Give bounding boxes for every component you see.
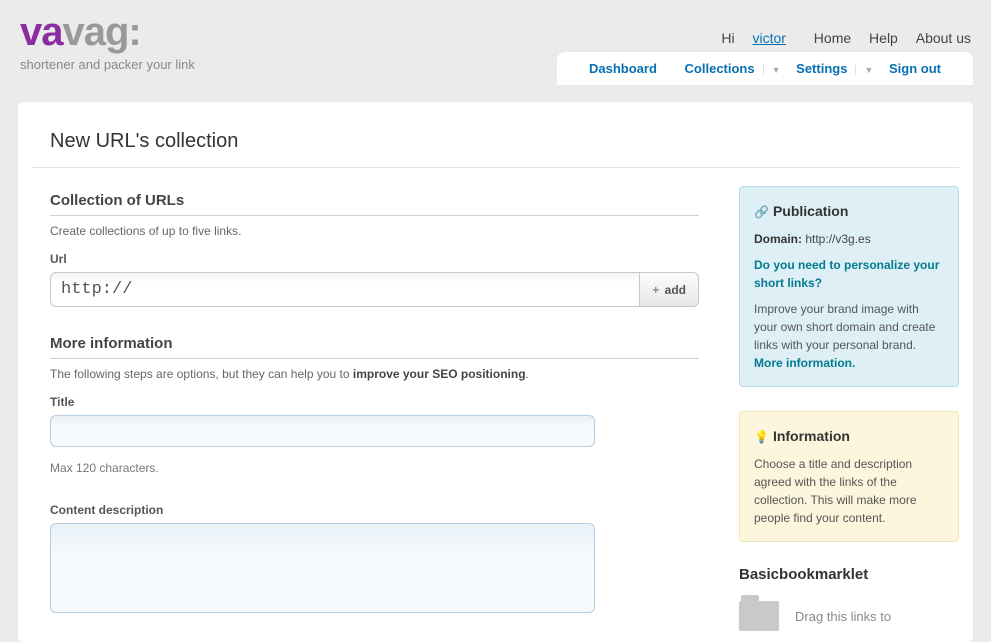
link-icon: 🔗 xyxy=(754,205,769,219)
nav-help[interactable]: Help xyxy=(869,30,898,46)
page-title: New URL's collection xyxy=(32,130,959,168)
information-body: Choose a title and description agreed wi… xyxy=(754,455,944,527)
tab-signout[interactable]: Sign out xyxy=(889,61,941,76)
description-label: Content description xyxy=(50,503,699,517)
publication-box: 🔗Publication Domain: http://v3g.es Do yo… xyxy=(739,186,959,387)
title-label: Title xyxy=(50,395,699,409)
information-box: 💡Information Choose a title and descript… xyxy=(739,411,959,542)
publication-body: Improve your brand image with your own s… xyxy=(754,300,944,372)
bulb-icon: 💡 xyxy=(754,430,769,444)
publication-heading: 🔗Publication xyxy=(754,201,944,222)
tab-collections[interactable]: Collections xyxy=(685,61,755,76)
tab-nav: Dashboard Collections ▼ Settings ▼ Sign ou… xyxy=(557,52,973,85)
url-label: Url xyxy=(50,252,699,266)
collection-heading: Collection of URLs xyxy=(50,192,699,216)
plus-icon: + xyxy=(652,283,659,297)
information-heading: 💡Information xyxy=(754,426,944,447)
more-info-link[interactable]: More information. xyxy=(754,356,855,370)
add-button[interactable]: + add xyxy=(640,272,699,307)
nav-about[interactable]: About us xyxy=(916,30,971,46)
tab-dashboard[interactable]: Dashboard xyxy=(589,61,657,76)
description-input[interactable] xyxy=(50,523,595,613)
more-info-subtext: The following steps are options, but the… xyxy=(50,367,699,381)
domain-line: Domain: http://v3g.es xyxy=(754,230,944,248)
more-info-heading: More information xyxy=(50,335,699,359)
personalize-link[interactable]: Do you need to personalize your short li… xyxy=(754,258,939,290)
title-hint: Max 120 characters. xyxy=(50,461,699,475)
greeting: Hi victor xyxy=(721,30,786,46)
folder-icon xyxy=(739,601,779,631)
bookmarklet-text: Drag this links to xyxy=(795,609,891,624)
settings-dropdown-icon[interactable]: ▼ xyxy=(855,65,873,75)
title-input[interactable] xyxy=(50,415,595,447)
collection-subtext: Create collections of up to five links. xyxy=(50,224,699,238)
url-input[interactable] xyxy=(50,272,640,307)
tab-settings[interactable]: Settings xyxy=(796,61,847,76)
username-link[interactable]: victor xyxy=(752,30,785,46)
top-nav: Hi victor Home Help About us xyxy=(721,30,971,46)
nav-home[interactable]: Home xyxy=(814,30,851,46)
bookmarklet-heading: Basicbookmarklet xyxy=(739,566,959,583)
bookmarklet-section: Basicbookmarklet Drag this links to xyxy=(739,566,959,631)
collections-dropdown-icon[interactable]: ▼ xyxy=(763,65,781,75)
